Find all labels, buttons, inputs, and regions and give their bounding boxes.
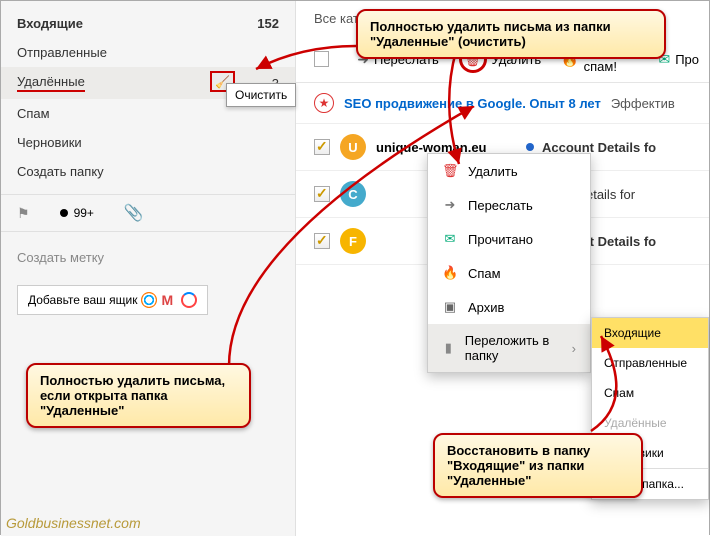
dot-icon <box>60 209 68 217</box>
addbox-label: Добавьте ваш ящик <box>28 293 137 307</box>
row-checkbox[interactable] <box>314 186 330 202</box>
promo-row[interactable]: ★ SEO продвижение в Google. Опыт 8 лет Э… <box>296 83 709 124</box>
context-menu: 🗑 Удалить ➜ Переслать ✉ Прочитано 🔥 Спам… <box>427 153 591 373</box>
unread-count: 99+ <box>74 206 94 220</box>
folder-icon: ▮ <box>442 340 455 356</box>
sub-sent[interactable]: Отправленные <box>592 348 708 378</box>
archive-icon: ▣ <box>442 299 458 315</box>
star-icon: ★ <box>314 93 334 113</box>
ctx-read[interactable]: ✉ Прочитано <box>428 222 590 256</box>
unread-pill[interactable]: 99+ <box>60 206 94 220</box>
select-all-checkbox[interactable] <box>314 51 329 67</box>
fire-icon: 🔥 <box>442 265 458 281</box>
folder-label: Удалённые <box>17 74 85 92</box>
tab-all[interactable]: Все кат <box>314 11 359 26</box>
add-mailbox[interactable]: Добавьте ваш ящик M <box>17 285 208 315</box>
gmail-icon: M <box>161 292 177 308</box>
mail-icon: ✉ <box>442 231 458 247</box>
promo-link[interactable]: SEO продвижение в Google. Опыт 8 лет <box>344 96 601 111</box>
watermark: Goldbusinessnet.com <box>6 515 141 531</box>
ctx-forward[interactable]: ➜ Переслать <box>428 188 590 222</box>
tooltip-clear: Очистить <box>226 83 296 107</box>
callout-bottom: Восстановить в папку "Входящие" из папки… <box>433 433 643 498</box>
folder-sent[interactable]: Отправленные <box>1 38 295 67</box>
attachment-icon[interactable]: 📎 <box>124 203 144 223</box>
folder-label: Спам <box>17 106 50 121</box>
create-label[interactable]: Создать метку <box>1 240 295 275</box>
sub-spam[interactable]: Спам <box>592 378 708 408</box>
folder-label: Создать папку <box>17 164 104 179</box>
trash-icon: 🗑 <box>442 163 458 179</box>
sidebar: Входящие 152 Отправленные Удалённые 🧹 3 … <box>1 1 296 536</box>
avatar: U <box>340 134 366 160</box>
ctx-move[interactable]: ▮ Переложить в папку › <box>428 324 590 372</box>
ctx-archive[interactable]: ▣ Архив <box>428 290 590 324</box>
callout-left: Полностью удалить письма, если открыта п… <box>26 363 251 428</box>
tag-row: ⚑ 99+ 📎 <box>1 194 295 232</box>
folder-label: Входящие <box>17 16 83 31</box>
folder-drafts[interactable]: Черновики <box>1 128 295 157</box>
create-folder[interactable]: Создать папку <box>1 157 295 186</box>
folder-count: 152 <box>257 16 279 31</box>
other-mail-icon <box>181 292 197 308</box>
callout-top: Полностью удалить письма из папки "Удале… <box>356 9 666 59</box>
ctx-spam[interactable]: 🔥 Спам <box>428 256 590 290</box>
sub-inbox[interactable]: Входящие <box>592 318 708 348</box>
row-checkbox[interactable] <box>314 233 330 249</box>
row-checkbox[interactable] <box>314 139 330 155</box>
forward-icon: ➜ <box>442 197 458 213</box>
flag-icon[interactable]: ⚑ <box>17 205 30 222</box>
avatar: F <box>340 228 366 254</box>
chevron-right-icon: › <box>572 341 576 356</box>
folder-label: Отправленные <box>17 45 107 60</box>
ctx-delete[interactable]: 🗑 Удалить <box>428 154 590 188</box>
mailru-icon <box>141 292 157 308</box>
avatar: C <box>340 181 366 207</box>
unread-dot-icon <box>526 143 534 151</box>
folder-inbox[interactable]: Входящие 152 <box>1 9 295 38</box>
folder-label: Черновики <box>17 135 82 150</box>
promo-tail: Эффектив <box>611 96 675 111</box>
